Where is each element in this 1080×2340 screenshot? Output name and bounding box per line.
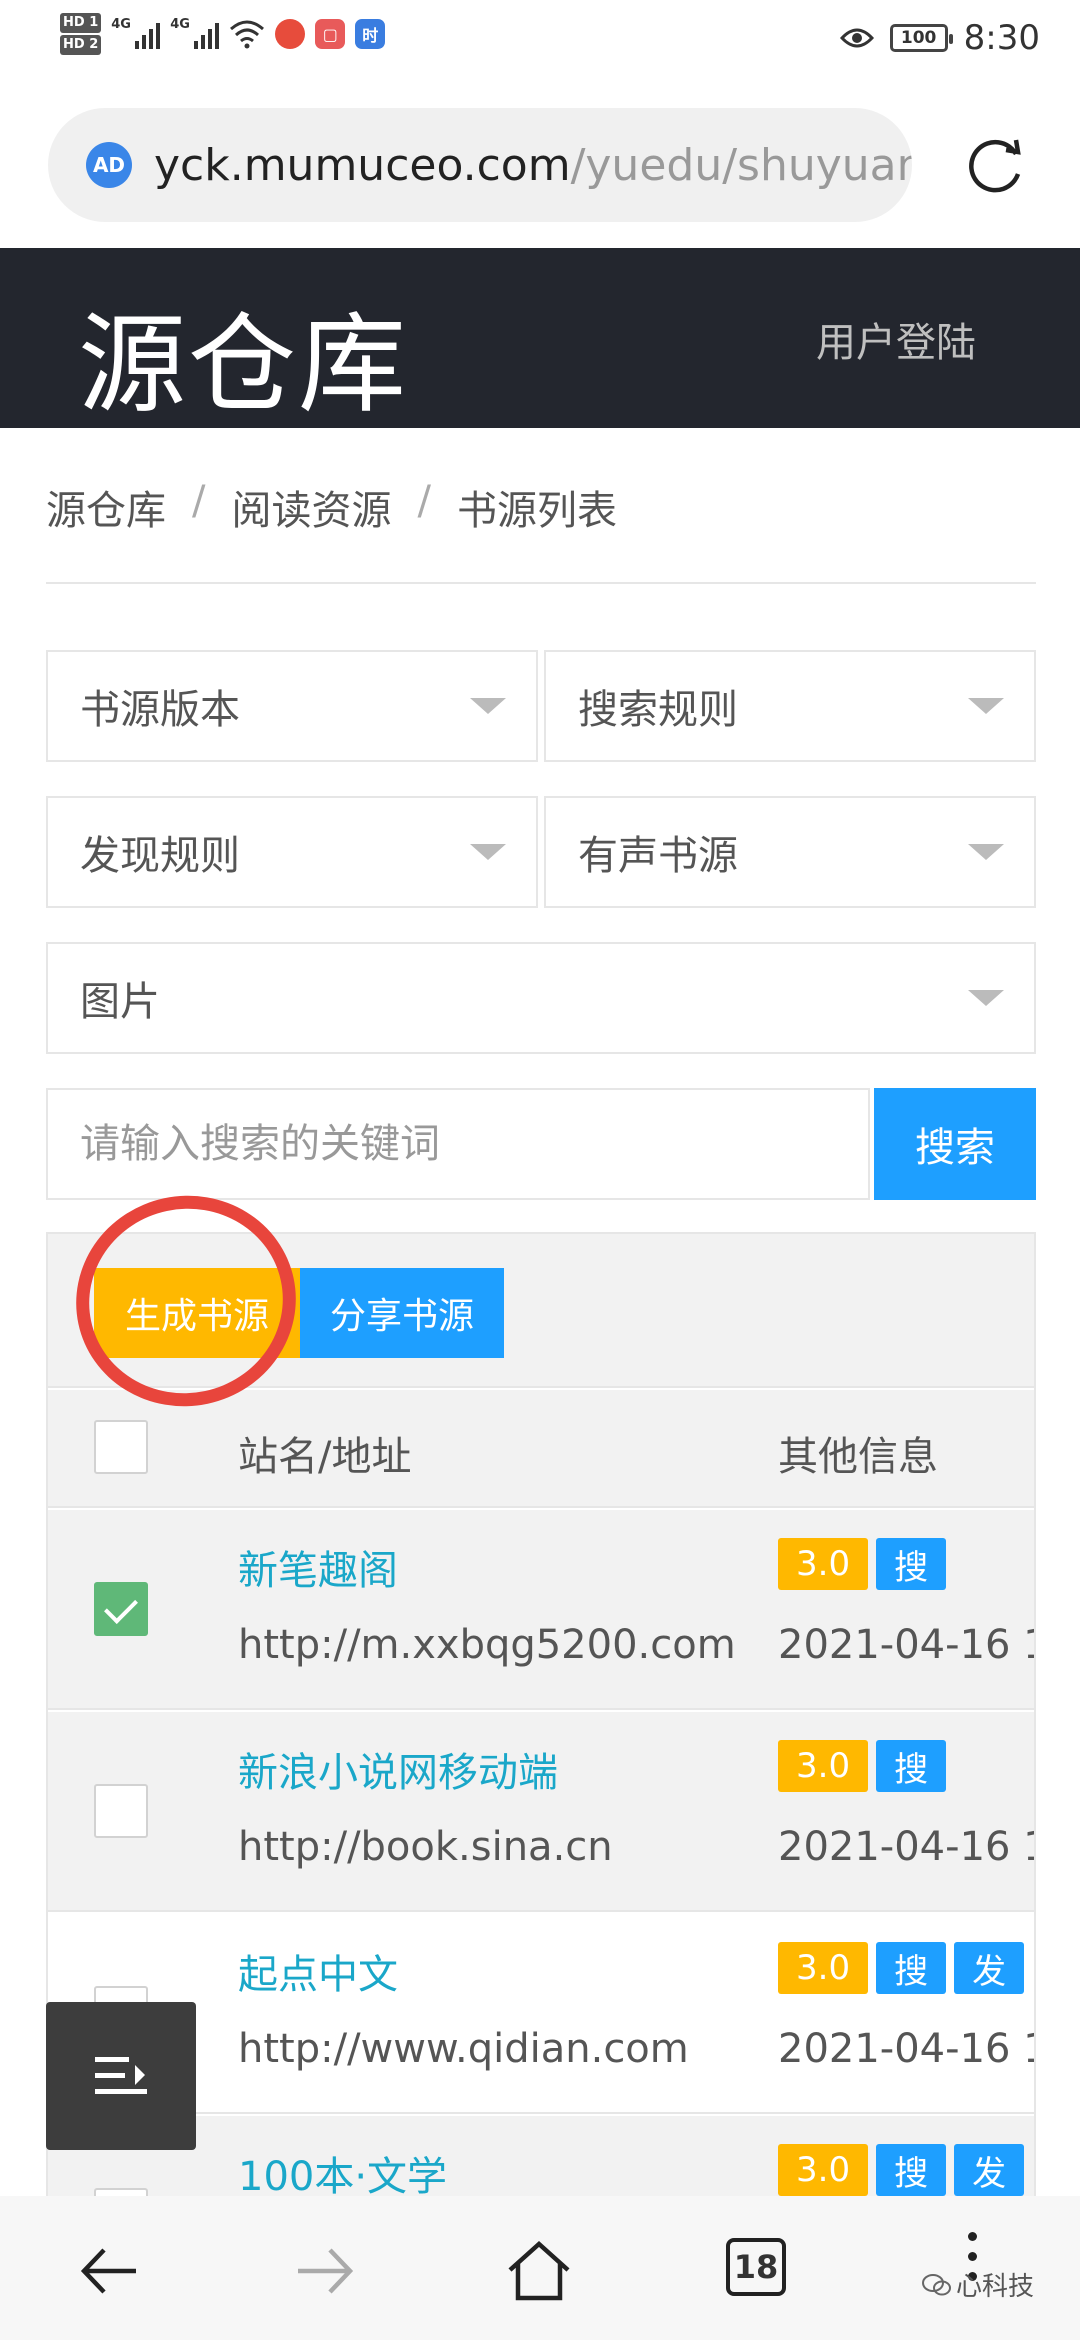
login-link[interactable]: 用户登陆	[816, 310, 976, 368]
site-name-link[interactable]: 新浪小说网移动端	[238, 1740, 558, 1798]
version-tag: 3.0	[778, 1538, 869, 1590]
site-logo[interactable]: 源仓库	[78, 278, 408, 434]
update-date: 2021-04-16 15	[778, 1824, 1034, 1870]
select-value: 发现规则	[80, 833, 240, 879]
tab-count-button[interactable]: 18	[726, 2238, 786, 2296]
watermark-text: 心科技	[956, 2272, 1035, 2302]
breadcrumb-item[interactable]: 源仓库	[46, 478, 166, 536]
row-checkbox[interactable]	[94, 1784, 148, 1838]
site-name-link[interactable]: 新笔趣阁	[238, 1538, 398, 1596]
search-rule-select[interactable]: 搜索规则	[544, 650, 1036, 762]
search-tag: 搜	[876, 1942, 947, 1994]
search-button[interactable]: 搜索	[874, 1088, 1036, 1200]
audio-source-select[interactable]: 有声书源	[544, 796, 1036, 908]
site-url: http://book.sina.cn	[238, 1824, 613, 1870]
version-tag: 3.0	[778, 1942, 869, 1994]
select-all-checkbox[interactable]	[94, 1420, 148, 1474]
breadcrumb-separator: /	[192, 478, 206, 524]
breadcrumb-separator: /	[417, 478, 431, 524]
floating-menu-button[interactable]	[46, 2002, 196, 2150]
caret-down-icon	[470, 698, 506, 714]
divider	[46, 582, 1036, 584]
hd-badges: HD 1 HD 2	[60, 12, 102, 56]
time-app-icon: 时	[355, 19, 386, 49]
image-select[interactable]: 图片	[46, 942, 1036, 1054]
select-value: 搜索规则	[578, 687, 738, 733]
version-select[interactable]: 书源版本	[46, 650, 538, 762]
tag-group: 3.0 搜	[778, 1538, 947, 1590]
site-name-link[interactable]: 起点中文	[238, 1942, 398, 2000]
url-text[interactable]: yck.mumuceo.com/yuedu/shuyuan	[154, 140, 912, 191]
tag-group: 3.0 搜 发	[778, 1942, 1025, 1994]
caret-down-icon	[470, 844, 506, 860]
breadcrumb: 源仓库 / 阅读资源 / 书源列表	[46, 478, 617, 536]
update-date: 2021-04-16 16	[778, 1622, 1034, 1668]
select-value: 书源版本	[80, 687, 240, 733]
menu-icon	[95, 2057, 147, 2094]
version-tag: 3.0	[778, 1740, 869, 1792]
caret-down-icon	[968, 698, 1004, 714]
share-source-button[interactable]: 分享书源	[300, 1268, 504, 1358]
search-tag: 搜	[876, 1740, 947, 1792]
app-notification-icon	[275, 19, 306, 49]
table-toolbar: 生成书源 分享书源	[48, 1234, 1034, 1388]
search-input[interactable]	[46, 1088, 870, 1200]
network-label: 4G	[170, 17, 190, 32]
book-app-icon: ▢	[315, 19, 346, 49]
caret-down-icon	[968, 844, 1004, 860]
back-icon[interactable]	[74, 2236, 144, 2306]
search-tag: 搜	[876, 1538, 947, 1590]
update-date: 2021-04-16 14	[778, 2026, 1034, 2072]
browser-bottom-nav: 18 心科技	[0, 2196, 1080, 2340]
home-icon[interactable]	[504, 2236, 574, 2306]
select-value: 图片	[80, 979, 160, 1025]
column-header-site: 站名/地址	[238, 1434, 412, 1480]
wechat-icon	[922, 2273, 951, 2295]
forward-icon[interactable]	[290, 2236, 360, 2306]
site-url: http://m.xxbqg5200.com	[238, 1622, 736, 1668]
discover-tag: 发	[954, 1942, 1025, 1994]
row-checkbox[interactable]	[94, 1582, 148, 1636]
table-header: 站名/地址 其他信息	[48, 1390, 1034, 1508]
table-row[interactable]: 起点中文 http://www.qidian.com 3.0 搜 发 2021-…	[48, 1914, 1034, 2114]
signal-icon: 4G	[111, 17, 161, 49]
column-header-info: 其他信息	[778, 1434, 938, 1480]
caret-down-icon	[968, 990, 1004, 1006]
breadcrumb-item[interactable]: 书源列表	[457, 478, 617, 536]
network-label: 4G	[111, 17, 131, 32]
site-header: 源仓库 用户登陆	[0, 248, 1080, 428]
table-row[interactable]: 新浪小说网移动端 http://book.sina.cn 3.0 搜 2021-…	[48, 1712, 1034, 1912]
hd-badge: HD 1	[60, 13, 102, 33]
signal-icon: 4G	[170, 17, 220, 49]
clock: 8:30	[963, 18, 1040, 58]
tag-group: 3.0 搜 发	[778, 2144, 1025, 2196]
url-host: yck.mumuceo.com	[154, 139, 571, 191]
url-path: /yuedu/shuyuan	[570, 139, 912, 191]
search-tag: 搜	[876, 2144, 947, 2196]
discover-rule-select[interactable]: 发现规则	[46, 796, 538, 908]
tag-group: 3.0 搜	[778, 1740, 947, 1792]
wifi-icon	[230, 20, 265, 49]
site-name-link[interactable]: 100本·文学	[238, 2144, 447, 2202]
watermark: 心科技	[922, 2266, 1034, 2303]
status-bar: HD 1 HD 2 4G 4G ▢ 时 100 8:30	[0, 0, 1080, 80]
breadcrumb-item[interactable]: 阅读资源	[231, 478, 391, 536]
reload-icon[interactable]	[960, 130, 1030, 200]
hd-badge: HD 2	[60, 35, 102, 55]
eye-icon	[839, 28, 874, 48]
site-url: http://www.qidian.com	[238, 2026, 689, 2072]
version-tag: 3.0	[778, 2144, 869, 2196]
table-row[interactable]: 新笔趣阁 http://m.xxbqg5200.com 3.0 搜 2021-0…	[48, 1510, 1034, 1710]
generate-source-button[interactable]: 生成书源	[94, 1268, 300, 1358]
battery-icon: 100	[889, 24, 953, 52]
select-value: 有声书源	[578, 833, 738, 879]
site-security-icon[interactable]: AD	[86, 142, 132, 188]
discover-tag: 发	[954, 2144, 1025, 2196]
address-bar[interactable]: AD yck.mumuceo.com/yuedu/shuyuan	[48, 108, 912, 222]
